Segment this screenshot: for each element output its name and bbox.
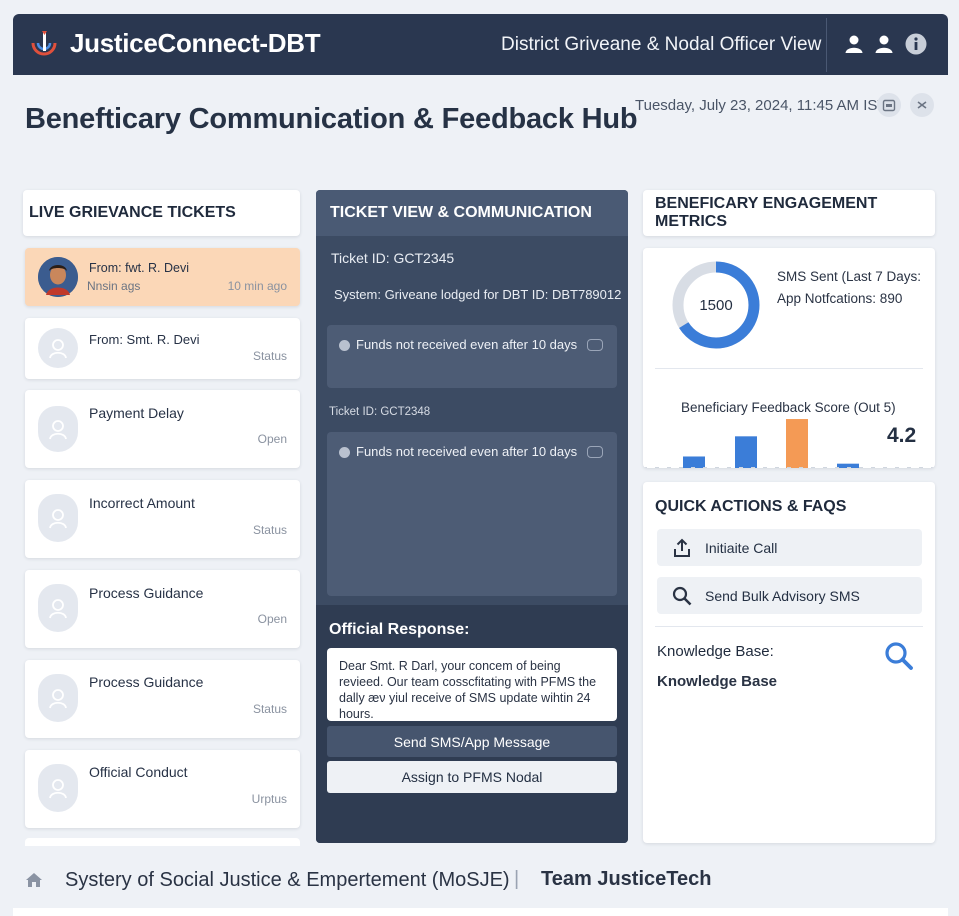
app-notifications-text: App Notfcations: 890 — [777, 291, 903, 306]
user-placeholder-icon — [38, 674, 78, 722]
search-icon[interactable] — [883, 640, 915, 672]
feedback-score-label: Beneficiary Feedback Score (Out 5) — [681, 400, 896, 415]
system-message: System: Griveane lodged for DBT ID: DBT7… — [334, 287, 622, 302]
view-title: District Griveane & Nodal Officer View — [501, 34, 822, 55]
ticket-card[interactable]: From: fwt. R. Devi Nnsin ags 10 min ago — [25, 248, 300, 306]
user-placeholder-icon — [38, 406, 78, 452]
ticket-title: Process Guidance — [89, 585, 204, 601]
home-icon[interactable] — [24, 870, 44, 890]
feedback-bar — [735, 436, 757, 468]
search-icon — [672, 586, 692, 605]
quick-actions-card: QUICK ACTIONS & FAQS Initiaite Call Send… — [643, 482, 935, 843]
ticket-card[interactable]: Incorrect Amount Status — [25, 480, 300, 558]
ticket-time: 10 min ago — [227, 279, 287, 293]
ticket-card[interactable]: Official Conduct Urptus — [25, 750, 300, 828]
ticket-status: Urptus — [251, 792, 287, 806]
ticket-id-secondary: Ticket ID: GCT2348 — [329, 406, 431, 418]
sms-sent-text: SMS Sent (Last 7 Days: — [777, 269, 922, 284]
top-navbar: JusticeConnect-DBT District Griveane & N… — [13, 14, 948, 75]
justice-logo-icon — [31, 31, 57, 56]
ticket-title: Payment Delay — [89, 405, 184, 421]
user-placeholder-icon — [38, 328, 78, 368]
knowledge-base-link[interactable]: Knowledge Base — [657, 673, 777, 690]
attachment-icon[interactable] — [587, 446, 603, 458]
ticket-card[interactable]: From: Smt. R. Devi Status — [25, 318, 300, 379]
ticket-title: Official Conduct — [89, 764, 188, 780]
user-placeholder-icon — [38, 494, 78, 542]
initiate-call-button[interactable]: Initiaite Call — [657, 529, 922, 566]
status-dot — [339, 340, 350, 351]
divider — [655, 626, 923, 627]
user-placeholder-icon — [38, 764, 78, 812]
sms-donut-chart: 1500 — [671, 260, 761, 350]
footer-separator: | — [514, 868, 520, 890]
bulk-sms-label: Send Bulk Advisory SMS — [705, 587, 860, 604]
ticket-card[interactable]: Process Guidance Status — [25, 660, 300, 738]
response-section — [316, 605, 628, 843]
attachment-icon[interactable] — [587, 339, 603, 351]
footer-strip — [13, 908, 948, 916]
upload-icon — [674, 538, 690, 557]
ticket-view-panel: TICKET VIEW & COMMUNICATION Ticket ID: G… — [316, 190, 628, 843]
ticket-subtitle: Nnsin ags — [87, 279, 141, 293]
page-title: Benefticary Communication & Feedback Hub — [25, 103, 638, 135]
official-response-label: Official Response: — [329, 621, 470, 638]
user-placeholder-icon — [38, 584, 78, 632]
feedback-bar — [786, 419, 808, 468]
ticket-title: From: fwt. R. Devi — [89, 261, 190, 275]
message-bubble[interactable]: Funds not received even after 10 days — [327, 432, 617, 596]
ticket-card[interactable]: Process Guidance Open — [25, 570, 300, 648]
quick-actions-title: QUICK ACTIONS & FAQS — [655, 498, 847, 515]
sms-stats: SMS Sent (Last 7 Days: App Notfcations: … — [777, 266, 921, 310]
bulk-sms-button[interactable]: Send Bulk Advisory SMS — [657, 577, 922, 614]
message-bubble[interactable]: Funds not received even after 10 days — [327, 325, 617, 388]
message-text: Funds not received even after 10 days — [356, 337, 578, 352]
ticket-title: Incorrect Amount — [89, 495, 195, 511]
topbar-divider — [826, 18, 827, 72]
footer-organization: Systery of Social Justice & Empertement … — [65, 869, 510, 891]
response-textarea[interactable]: Dear Smt. R Darl, your concem of being r… — [327, 648, 617, 721]
info-icon[interactable] — [905, 33, 927, 55]
refresh-icon[interactable] — [910, 93, 934, 117]
feedback-bar-chart — [643, 419, 935, 468]
assign-nodal-button[interactable]: Assign to PFMS Nodal — [327, 761, 617, 793]
ticket-list-overflow — [25, 838, 300, 846]
status-dot — [339, 447, 350, 458]
user-icon[interactable] — [843, 33, 865, 55]
ticket-status: Status — [252, 702, 287, 716]
feedback-bar — [683, 456, 705, 468]
avatar — [38, 257, 78, 297]
send-sms-button[interactable]: Send SMS/App Message — [327, 726, 617, 757]
divider — [655, 368, 923, 369]
metrics-panel-title: BENEFICARY ENGAGEMENT METRICS — [643, 190, 935, 236]
message-text: Funds not received even after 10 days — [356, 444, 578, 459]
ticket-status: Open — [257, 432, 287, 446]
app-title: JusticeConnect-DBT — [70, 28, 321, 58]
metrics-card: 1500 SMS Sent (Last 7 Days: App Notfcati… — [643, 248, 935, 468]
grievance-panel-title: LIVE GRIEVANCE TICKETS — [23, 190, 300, 236]
ticket-title: Process Guidance — [89, 674, 204, 690]
footer-team: Team JusticeTech — [541, 868, 712, 890]
ticket-status: Status — [252, 349, 287, 363]
datetime-text: Tuesday, July 23, 2024, 11:45 AM IST — [635, 97, 887, 114]
initiate-call-label: Initiaite Call — [705, 539, 778, 556]
ticket-status: Open — [257, 612, 287, 626]
knowledge-base-label: Knowledge Base: — [657, 643, 774, 660]
donut-value: 1500 — [699, 296, 733, 314]
ticket-title: From: Smt. R. Devi — [89, 332, 200, 347]
calendar-icon[interactable] — [877, 93, 901, 117]
profile-icon[interactable] — [873, 33, 895, 55]
ticket-status: Status — [252, 523, 287, 537]
ticket-id: Ticket ID: GCT2345 — [331, 250, 455, 266]
ticket-card[interactable]: Payment Delay Open — [25, 390, 300, 468]
ticket-view-title: TICKET VIEW & COMMUNICATION — [316, 190, 628, 236]
